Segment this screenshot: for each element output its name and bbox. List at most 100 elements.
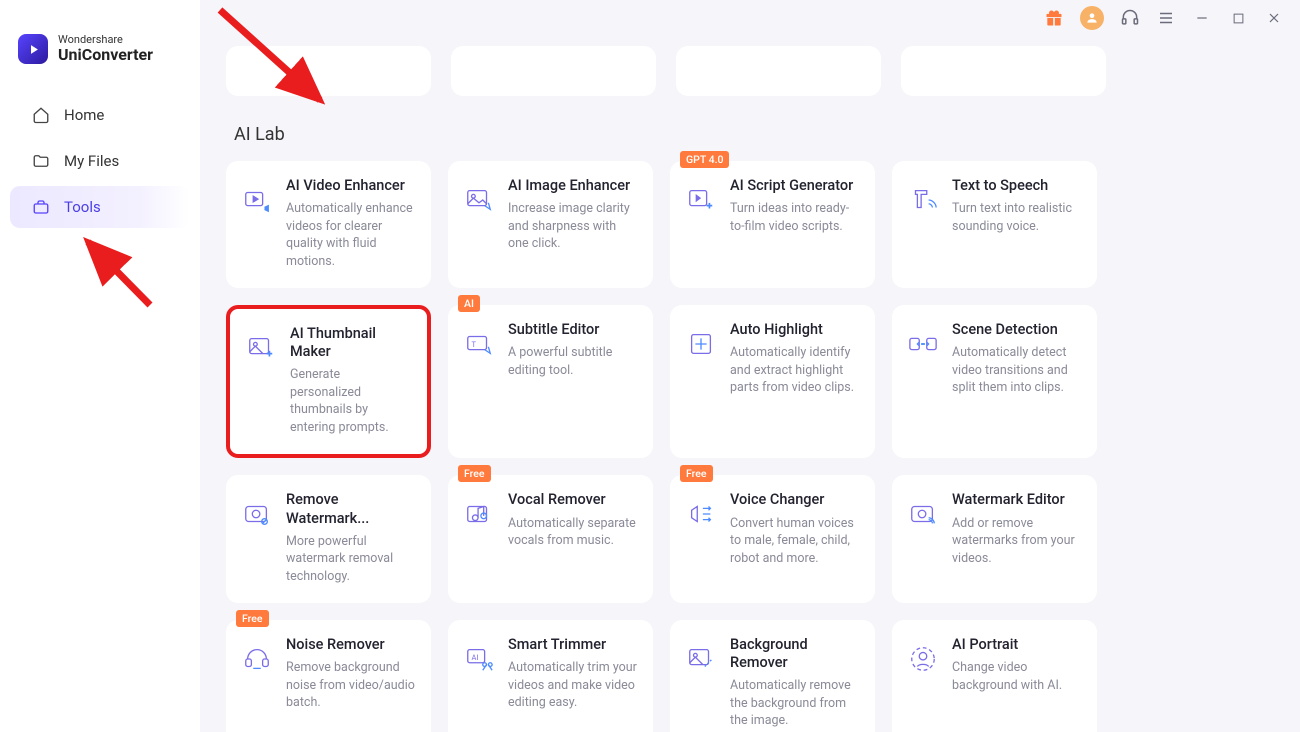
app-logo: Wondershare UniConverter [0,20,200,86]
folder-icon [32,152,50,170]
sidebar: Wondershare UniConverter Home My Files T… [0,0,200,732]
card-title: Noise Remover [286,636,417,654]
badge-free: Free [236,610,269,627]
card-title: Background Remover [730,636,861,672]
card-text-to-speech[interactable]: Text to Speech Turn text into realistic … [892,161,1097,288]
card-title: Smart Trimmer [508,636,639,654]
card-smart-trimmer[interactable]: AI Smart Trimmer Automatically trim your… [448,620,653,732]
card-desc: Convert human voices to male, female, ch… [730,515,861,568]
sidebar-item-tools[interactable]: Tools [10,186,190,228]
sidebar-nav: Home My Files Tools [0,94,200,228]
card-title: Auto Highlight [730,321,861,339]
card-title: Text to Speech [952,177,1083,195]
section-title-ai-lab: AI Lab [234,124,1300,145]
image-enhance-icon [462,183,496,217]
subtitle-icon: T [462,327,496,361]
minimize-button[interactable] [1192,8,1212,28]
gift-icon[interactable] [1044,8,1064,28]
remove-watermark-icon [240,497,274,531]
home-icon [32,106,50,124]
thumbnail-icon [244,331,278,365]
card-ai-script-generator[interactable]: GPT 4.0 AI Script Generator Turn ideas i… [670,161,875,288]
product-name: UniConverter [58,46,153,64]
sidebar-item-label: My Files [64,152,119,170]
card-desc: Automatically remove the background from… [730,677,861,730]
sidebar-item-label: Home [64,106,104,124]
logo-icon [18,34,48,64]
card-remove-watermark[interactable]: Remove Watermark... More powerful waterm… [226,475,431,603]
sidebar-item-label: Tools [64,198,101,216]
card-background-remover[interactable]: Background Remover Automatically remove … [670,620,875,732]
card-desc: A powerful subtitle editing tool. [508,344,639,379]
card-desc: Automatically separate vocals from music… [508,515,639,550]
card-desc: Turn ideas into ready-to-film video scri… [730,200,861,235]
svg-text:AI: AI [472,653,479,662]
maximize-button[interactable] [1228,8,1248,28]
card-title: Vocal Remover [508,491,639,509]
card-ai-thumbnail-maker[interactable]: AI Thumbnail Maker Generate personalized… [226,305,431,458]
card-title: AI Script Generator [730,177,861,195]
sidebar-item-files[interactable]: My Files [10,140,190,182]
main-content: AI Lab AI Video Enhancer Automatically e… [200,0,1300,732]
portrait-icon [906,642,940,676]
card-title: Subtitle Editor [508,321,639,339]
card-desc: Change video background with AI. [952,659,1083,694]
card-title: Scene Detection [952,321,1083,339]
card-ai-video-enhancer[interactable]: AI Video Enhancer Automatically enhance … [226,161,431,288]
card-subtitle-editor[interactable]: AI T Subtitle Editor A powerful subtitle… [448,305,653,458]
card-desc: More powerful watermark removal technolo… [286,533,417,586]
tool-card-placeholder[interactable] [901,46,1106,96]
trimmer-icon: AI [462,642,496,676]
badge-gpt: GPT 4.0 [680,151,729,168]
card-desc: Increase image clarity and sharpness wit… [508,200,639,253]
card-vocal-remover[interactable]: Free Vocal Remover Automatically separat… [448,475,653,603]
tool-card-placeholder[interactable] [676,46,881,96]
script-icon [684,183,718,217]
tools-grid: AI Video Enhancer Automatically enhance … [226,161,1300,732]
bg-remover-icon [684,642,718,676]
video-enhance-icon [240,183,274,217]
watermark-editor-icon [906,497,940,531]
tool-card-placeholder[interactable] [451,46,656,96]
badge-ai: AI [458,295,480,312]
card-title: AI Video Enhancer [286,177,417,195]
headset-icon[interactable] [1120,8,1140,28]
titlebar [200,0,1300,36]
card-desc: Turn text into realistic sounding voice. [952,200,1083,235]
previous-section-row [226,36,1300,96]
card-title: Remove Watermark... [286,491,417,527]
scene-icon [906,327,940,361]
card-title: Voice Changer [730,491,861,509]
badge-free: Free [680,465,713,482]
card-watermark-editor[interactable]: Watermark Editor Add or remove watermark… [892,475,1097,603]
card-desc: Automatically trim your videos and make … [508,659,639,712]
menu-icon[interactable] [1156,8,1176,28]
highlight-icon [684,327,718,361]
card-desc: Add or remove watermarks from your video… [952,515,1083,568]
tts-icon [906,183,940,217]
sidebar-item-home[interactable]: Home [10,94,190,136]
vocal-icon [462,497,496,531]
close-button[interactable] [1264,8,1284,28]
badge-free: Free [458,465,491,482]
card-desc: Generate personalized thumbnails by ente… [290,366,413,436]
svg-text:T: T [472,340,477,349]
card-title: AI Portrait [952,636,1083,654]
tool-card-placeholder[interactable] [226,46,431,96]
card-desc: Automatically identify and extract highl… [730,344,861,397]
card-ai-portrait[interactable]: AI Portrait Change video background with… [892,620,1097,732]
noise-icon [240,642,274,676]
card-desc: Automatically enhance videos for clearer… [286,200,417,270]
card-scene-detection[interactable]: Scene Detection Automatically detect vid… [892,305,1097,458]
card-desc: Remove background noise from video/audio… [286,659,417,712]
card-ai-image-enhancer[interactable]: AI Image Enhancer Increase image clarity… [448,161,653,288]
avatar[interactable] [1080,6,1104,30]
card-noise-remover[interactable]: Free Noise Remover Remove background noi… [226,620,431,732]
card-auto-highlight[interactable]: Auto Highlight Automatically identify an… [670,305,875,458]
card-title: AI Image Enhancer [508,177,639,195]
card-title: Watermark Editor [952,491,1083,509]
card-desc: Automatically detect video transitions a… [952,344,1083,397]
card-voice-changer[interactable]: Free Voice Changer Convert human voices … [670,475,875,603]
card-title: AI Thumbnail Maker [290,325,413,361]
toolbox-icon [32,198,50,216]
